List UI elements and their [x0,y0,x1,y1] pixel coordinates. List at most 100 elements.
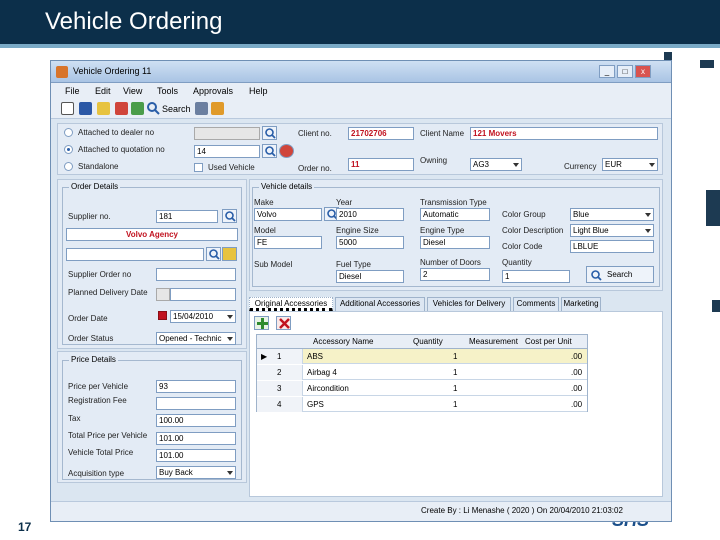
tab-comments[interactable]: Comments [513,297,559,311]
registration-fee-field[interactable] [156,397,236,410]
export-icon[interactable] [211,102,224,115]
supplier-no-field[interactable]: 181 [156,210,218,223]
menu-bar: File Edit View Tools Approvals Help [51,83,671,99]
refresh-icon[interactable] [131,102,144,115]
order-date-picker[interactable]: 15/04/2010 [170,310,236,323]
supplier-address-field[interactable] [66,248,204,261]
table-row[interactable]: 2 Airbag 4 1 .00 [257,365,587,380]
engine-size-field[interactable]: 5000 [336,236,404,249]
header-measurement[interactable]: Measurement [469,337,518,346]
used-vehicle-checkbox[interactable] [194,163,203,172]
delete-row-icon[interactable] [276,316,291,330]
acquisition-type-select[interactable]: Buy Back [156,466,236,479]
table-row[interactable]: 4 GPS 1 .00 [257,397,587,412]
client-name-field[interactable]: 121 Movers [470,127,658,140]
tab-original-accessories[interactable]: Original Accessories [249,297,333,311]
toolbar-search-label[interactable]: Search [162,104,191,114]
maximize-button[interactable]: □ [617,65,633,78]
tab-vehicles-for-delivery[interactable]: Vehicles for Delivery [427,297,511,311]
total-price-field[interactable]: 101.00 [156,432,236,445]
owning-value: AG3 [473,160,490,169]
fuel-type-label: Fuel Type [336,260,371,269]
fuel-type-field[interactable]: Diesel [336,270,404,283]
save-icon[interactable] [79,102,92,115]
radio-attached-quotation[interactable] [64,145,73,154]
engine-type-field[interactable]: Diesel [420,236,490,249]
close-button[interactable]: x [635,65,651,78]
menu-file[interactable]: File [65,86,80,96]
header-accessory-name[interactable]: Accessory Name [313,337,373,346]
tab-additional-accessories[interactable]: Additional Accessories [335,297,425,311]
order-date-checkbox[interactable] [158,311,167,320]
minimize-button[interactable]: _ [599,65,615,78]
vehicle-total-label: Vehicle Total Price [68,448,134,457]
color-group-select[interactable]: Blue [570,208,654,221]
menu-tools[interactable]: Tools [157,86,178,96]
supplier-no-label: Supplier no. [68,212,111,221]
currency-select[interactable]: EUR [602,158,658,171]
vehicle-details-legend: Vehicle details [259,182,315,191]
supplier-detail-search-button[interactable] [206,247,221,261]
supplier-agency-button[interactable]: Volvo Agency [66,228,238,241]
row-header: ▶ 1 [257,349,303,364]
owning-select[interactable]: AG3 [470,158,522,171]
row-header: 4 [257,397,303,412]
order-no-label: Order no. [298,164,332,173]
attached-dealer-label: Attached to dealer no [78,128,155,137]
order-no-field[interactable]: 11 [348,158,414,171]
dealer-search-button[interactable] [262,126,277,140]
delete-icon[interactable] [115,102,128,115]
folder-icon[interactable] [222,247,237,261]
year-field[interactable]: 2010 [336,208,404,221]
planned-delivery-field[interactable] [170,288,236,301]
print-icon[interactable] [195,102,208,115]
price-details-panel: Price Details Price per Vehicle 93 Regis… [57,351,247,483]
vehicle-total-field[interactable]: 101.00 [156,449,236,462]
quotation-search-button[interactable] [262,144,277,158]
add-row-icon[interactable] [254,316,269,330]
search-icon [591,270,602,281]
quantity-cell: 1 [453,352,458,361]
menu-view[interactable]: View [123,86,142,96]
x-icon [279,318,290,329]
window-titlebar: Vehicle Ordering 11 _ □ x [51,61,671,83]
doors-field[interactable]: 2 [420,268,490,281]
price-per-vehicle-field[interactable]: 93 [156,380,236,393]
vehicle-search-button[interactable]: Search [586,266,654,283]
tax-field[interactable]: 100.00 [156,414,236,427]
dealer-no-field[interactable] [194,127,260,140]
header-cost-per-unit[interactable]: Cost per Unit [525,337,572,346]
color-code-field[interactable]: LBLUE [570,240,654,253]
order-date-value: 15/04/2010 [173,312,214,321]
menu-help[interactable]: Help [249,86,268,96]
search-icon[interactable] [147,102,160,115]
quotation-no-field[interactable]: 14 [194,145,260,158]
transmission-field[interactable]: Automatic [420,208,490,221]
client-no-field[interactable]: 21702706 [348,127,414,140]
supplier-order-no-label: Supplier Order no [68,270,132,279]
table-row[interactable]: 3 Aircondition 1 .00 [257,381,587,396]
supplier-order-no-field[interactable] [156,268,236,281]
supplier-search-button[interactable] [222,209,237,223]
header-quantity[interactable]: Quantity [413,337,443,346]
order-status-select[interactable]: Opened - Technic [156,332,236,345]
table-row[interactable]: ▶ 1 ABS 1 .00 [257,349,587,364]
radio-standalone[interactable] [64,162,73,171]
quantity-field[interactable]: 1 [502,270,570,283]
new-document-icon[interactable] [61,102,74,115]
tab-marketing[interactable]: Marketing [561,297,601,311]
details-tabs: Original Accessories Additional Accessor… [249,297,663,311]
search-icon [209,249,220,260]
radio-attached-dealer[interactable] [64,128,73,137]
planned-delivery-checkbox[interactable] [156,288,170,301]
make-field[interactable]: Volvo [254,208,322,221]
menu-edit[interactable]: Edit [95,86,111,96]
open-folder-icon[interactable] [97,102,110,115]
model-label: Model [254,226,276,235]
menu-approvals[interactable]: Approvals [193,86,233,96]
model-field[interactable]: FE [254,236,322,249]
decor-square [700,60,714,68]
quotation-clear-icon[interactable] [279,144,294,158]
color-description-select[interactable]: Light Blue [570,224,654,237]
registration-fee-label: Registration Fee [68,396,127,405]
